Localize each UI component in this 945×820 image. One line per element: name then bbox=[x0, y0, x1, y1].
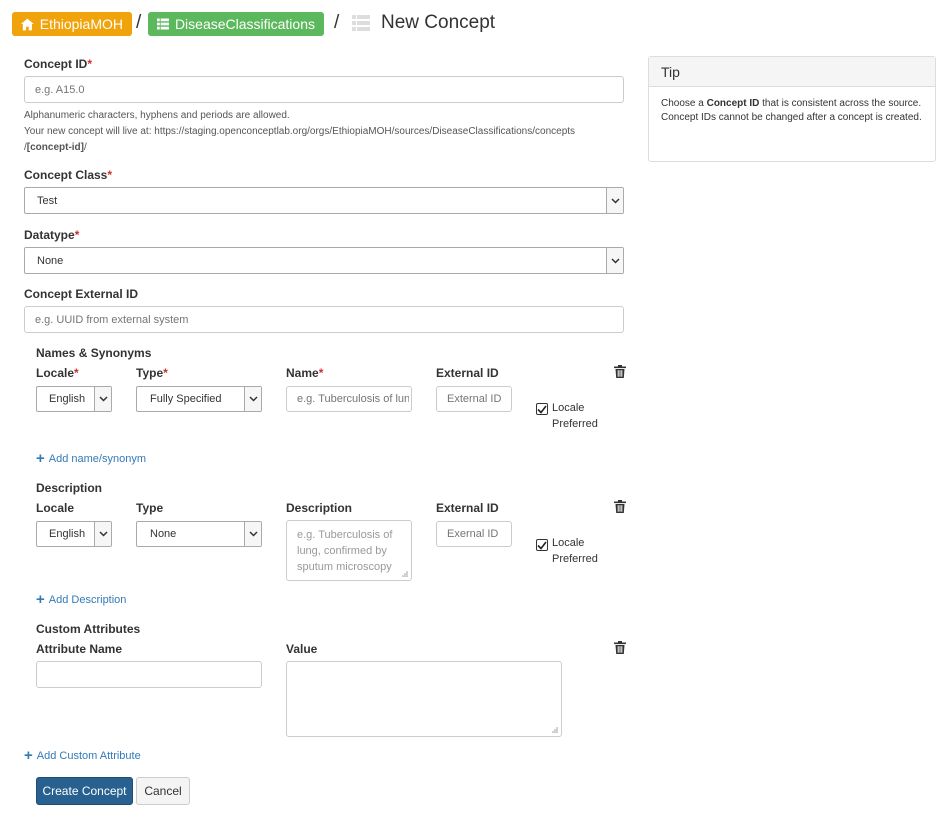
chevron-down-icon bbox=[244, 522, 261, 546]
names-heading: Names & Synonyms bbox=[36, 346, 152, 360]
breadcrumb-separator: / bbox=[334, 12, 340, 33]
concept-id-label: Concept ID* bbox=[24, 57, 93, 71]
tip-panel: Tip Choose a Concept ID that is consiste… bbox=[648, 56, 936, 162]
list-icon bbox=[157, 18, 169, 30]
home-icon bbox=[21, 18, 34, 30]
names-locale-preferred-checkbox[interactable] bbox=[536, 403, 548, 415]
names-external-id-label: External ID bbox=[436, 366, 499, 380]
datatype-label: Datatype* bbox=[24, 228, 80, 242]
description-locale-select[interactable]: English bbox=[36, 521, 112, 547]
trash-icon[interactable] bbox=[614, 641, 626, 654]
cancel-button[interactable]: Cancel bbox=[136, 777, 190, 805]
concept-id-help: Alphanumeric characters, hyphens and per… bbox=[24, 110, 576, 153]
description-type-label: Type bbox=[136, 501, 164, 515]
breadcrumb-source[interactable]: DiseaseClassifications bbox=[148, 12, 324, 36]
names-name-input[interactable] bbox=[286, 386, 412, 412]
attribute-name-label: Attribute Name bbox=[36, 642, 123, 656]
datatype-select[interactable]: None bbox=[24, 247, 624, 274]
names-type-label: Type* bbox=[136, 366, 168, 380]
description-external-id-label: External ID bbox=[436, 501, 499, 515]
breadcrumb-org-label: EthiopiaMOH bbox=[39, 16, 123, 32]
attribute-value-label: Value bbox=[286, 642, 318, 656]
resize-grip-icon[interactable] bbox=[551, 726, 558, 733]
tip-text: Choose a Concept ID that is consistent a… bbox=[661, 98, 922, 123]
chevron-down-icon bbox=[244, 387, 261, 411]
create-concept-button[interactable]: Create Concept bbox=[36, 777, 133, 805]
plus-icon: + bbox=[36, 591, 45, 608]
resize-grip-icon[interactable] bbox=[401, 570, 408, 577]
tip-title: Tip bbox=[649, 57, 935, 87]
description-locale-preferred-checkbox[interactable] bbox=[536, 539, 548, 551]
description-type-select[interactable]: None bbox=[136, 521, 262, 547]
description-description-label: Description bbox=[286, 501, 353, 515]
names-name-label: Name* bbox=[286, 366, 324, 380]
plus-icon: + bbox=[24, 747, 33, 764]
add-description-link[interactable]: + Add Description bbox=[36, 591, 126, 608]
chevron-down-icon bbox=[94, 387, 111, 411]
chevron-down-icon bbox=[606, 248, 623, 273]
names-locale-label: Locale* bbox=[36, 366, 79, 380]
trash-icon[interactable] bbox=[614, 500, 626, 513]
external-id-input[interactable] bbox=[24, 306, 624, 333]
list-icon bbox=[352, 15, 370, 31]
description-heading: Description bbox=[36, 481, 103, 495]
checkmark-icon bbox=[537, 541, 547, 550]
concept-id-input[interactable] bbox=[24, 76, 624, 103]
chevron-down-icon bbox=[94, 522, 111, 546]
description-locale-label: Locale bbox=[36, 501, 75, 515]
plus-icon: + bbox=[36, 450, 45, 467]
names-type-select[interactable]: Fully Specified bbox=[136, 386, 262, 412]
names-locale-preferred-label: Locale Preferred bbox=[552, 402, 598, 430]
trash-icon[interactable] bbox=[614, 365, 626, 378]
description-external-id-input[interactable] bbox=[436, 521, 512, 547]
description-locale-preferred-label: Locale Preferred bbox=[552, 537, 598, 565]
breadcrumb-org[interactable]: EthiopiaMOH bbox=[12, 12, 132, 36]
checkmark-icon bbox=[537, 405, 547, 414]
add-custom-attribute-link[interactable]: + Add Custom Attribute bbox=[24, 747, 141, 764]
custom-attributes-heading: Custom Attributes bbox=[36, 622, 141, 636]
description-textarea[interactable]: e.g. Tuberculosis of lung, confirmed by … bbox=[286, 520, 412, 581]
page-title: New Concept bbox=[381, 12, 496, 33]
attribute-value-textarea[interactable] bbox=[286, 661, 562, 737]
names-locale-select[interactable]: English bbox=[36, 386, 112, 412]
add-name-synonym-link[interactable]: + Add name/synonym bbox=[36, 450, 146, 467]
breadcrumb-separator: / bbox=[136, 12, 142, 33]
concept-class-select[interactable]: Test bbox=[24, 187, 624, 214]
external-id-label: Concept External ID bbox=[24, 287, 139, 301]
breadcrumb-source-label: DiseaseClassifications bbox=[174, 16, 315, 32]
attribute-name-input[interactable] bbox=[36, 661, 262, 688]
names-external-id-input[interactable] bbox=[436, 386, 512, 412]
concept-class-label: Concept Class* bbox=[24, 168, 113, 182]
chevron-down-icon bbox=[606, 188, 623, 213]
